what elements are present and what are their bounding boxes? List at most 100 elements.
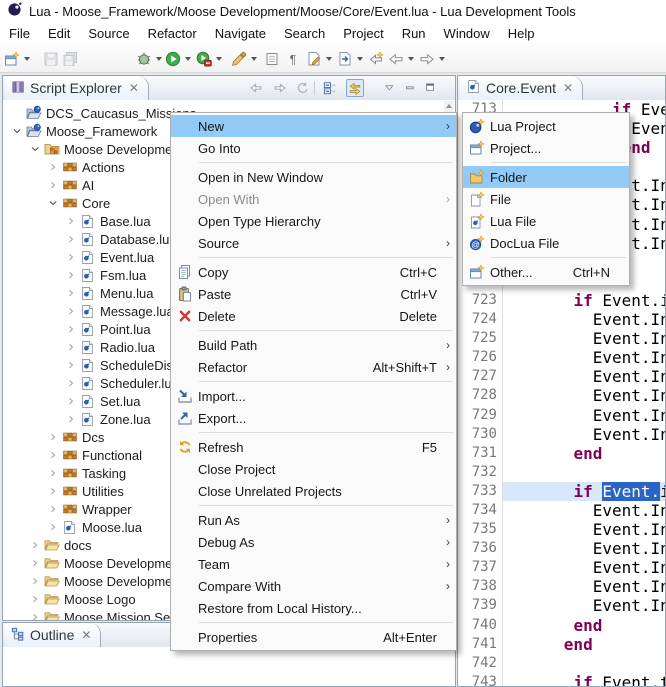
chevron-right-icon[interactable] — [29, 536, 41, 554]
chevron-right-icon[interactable] — [47, 176, 59, 194]
context-menu-item-run-as[interactable]: Run As› — [171, 509, 456, 531]
context-menu-item-refactor[interactable]: RefactorAlt+Shift+T› — [171, 356, 456, 378]
annotation-nav-button[interactable] — [337, 48, 363, 69]
close-icon[interactable]: ✕ — [81, 628, 91, 642]
dropdown-caret-icon[interactable] — [408, 57, 414, 61]
chevron-right-icon[interactable] — [65, 266, 77, 284]
chevron-right-icon[interactable] — [65, 338, 77, 356]
context-menu-item-refresh[interactable]: RefreshF5 — [171, 436, 456, 458]
minimize-icon[interactable] — [402, 79, 420, 97]
menubar-item-run[interactable]: Run — [393, 24, 435, 43]
chevron-right-icon[interactable] — [65, 410, 77, 428]
context-menu-item-import[interactable]: Import... — [171, 385, 456, 407]
forward-button[interactable] — [419, 48, 445, 69]
edit-location-button[interactable] — [306, 48, 332, 69]
new-submenu-item-folder[interactable]: Folder — [463, 166, 629, 188]
context-menu-item-compare-with[interactable]: Compare With› — [171, 575, 456, 597]
menubar-item-refactor[interactable]: Refactor — [139, 24, 206, 43]
tab-outline[interactable]: Outline ✕ — [5, 623, 101, 647]
chevron-right-icon[interactable] — [47, 482, 59, 500]
view-menu-icon[interactable] — [381, 79, 399, 97]
chevron-right-icon[interactable] — [65, 230, 77, 248]
menubar-item-project[interactable]: Project — [334, 24, 392, 43]
forward-icon[interactable] — [271, 79, 289, 97]
chevron-right-icon[interactable] — [65, 212, 77, 230]
chevron-right-icon[interactable] — [47, 446, 59, 464]
chevron-down-icon[interactable] — [11, 122, 23, 140]
context-menu-item-source[interactable]: Source› — [171, 232, 456, 254]
dropdown-caret-icon[interactable] — [251, 57, 257, 61]
menubar-item-search[interactable]: Search — [275, 24, 334, 43]
menubar-item-window[interactable]: Window — [435, 24, 499, 43]
chevron-right-icon[interactable] — [47, 428, 59, 446]
new-submenu-item-doclua-file[interactable]: @DocLua File — [463, 232, 629, 254]
new-submenu-item-project[interactable]: Project... — [463, 137, 629, 159]
line-number: 729 — [458, 406, 497, 425]
chevron-down-icon[interactable] — [29, 140, 41, 158]
new-wizard-button[interactable] — [4, 48, 30, 69]
new-submenu-item-lua-file[interactable]: Lua File — [463, 210, 629, 232]
chevron-right-icon[interactable] — [65, 302, 77, 320]
collapse-all-icon[interactable] — [321, 79, 339, 97]
dropdown-caret-icon[interactable] — [24, 57, 30, 61]
context-menu-item-open-type-hierarchy[interactable]: Open Type Hierarchy — [171, 210, 456, 232]
dropdown-caret-icon[interactable] — [216, 57, 222, 61]
run-coverage-button[interactable] — [196, 48, 222, 69]
chevron-right-icon[interactable] — [29, 554, 41, 572]
dropdown-caret-icon[interactable] — [357, 57, 363, 61]
context-menu-item-paste[interactable]: PasteCtrl+V — [171, 283, 456, 305]
menubar-item-navigate[interactable]: Navigate — [206, 24, 275, 43]
context-menu-item-team[interactable]: Team› — [171, 553, 456, 575]
chevron-right-icon[interactable] — [47, 158, 59, 176]
dropdown-caret-icon[interactable] — [326, 57, 332, 61]
back-icon[interactable] — [247, 79, 265, 97]
chevron-right-icon[interactable] — [65, 284, 77, 302]
chevron-right-icon[interactable] — [47, 464, 59, 482]
run-button[interactable] — [165, 48, 191, 69]
new-submenu-item-other[interactable]: Other...Ctrl+N — [463, 261, 629, 283]
menubar-item-edit[interactable]: Edit — [39, 24, 79, 43]
context-menu-item-new[interactable]: New› — [171, 115, 456, 137]
dropdown-caret-icon[interactable] — [185, 57, 191, 61]
chevron-right-icon[interactable] — [29, 608, 41, 620]
dropdown-caret-icon[interactable] — [156, 57, 162, 61]
menubar-item-source[interactable]: Source — [79, 24, 138, 43]
chevron-right-icon[interactable] — [65, 320, 77, 338]
mark-occurrences-button[interactable] — [264, 48, 280, 69]
menubar-item-file[interactable]: File — [0, 24, 39, 43]
context-menu-item-delete[interactable]: DeleteDelete — [171, 305, 456, 327]
context-menu-item-export[interactable]: Export... — [171, 407, 456, 429]
close-icon[interactable]: ✕ — [563, 81, 573, 95]
chevron-right-icon[interactable] — [47, 518, 59, 536]
last-edit-location-button[interactable] — [368, 48, 384, 69]
up-icon[interactable] — [294, 79, 312, 97]
context-menu-item-copy[interactable]: CopyCtrl+C — [171, 261, 456, 283]
context-menu-item-close-project[interactable]: Close Project — [171, 458, 456, 480]
context-menu-item-build-path[interactable]: Build Path› — [171, 334, 456, 356]
format-brush-button[interactable] — [231, 48, 257, 69]
context-menu-item-open-in-new-window[interactable]: Open in New Window — [171, 166, 456, 188]
debug-button[interactable] — [136, 48, 162, 69]
context-menu-item-go-into[interactable]: Go Into — [171, 137, 456, 159]
show-whitespace-button[interactable]: ¶ — [285, 48, 301, 69]
new-submenu-item-file[interactable]: File — [463, 188, 629, 210]
tab-core-event[interactable]: Core.Event ✕ — [460, 76, 583, 100]
menubar-item-help[interactable]: Help — [499, 24, 544, 43]
context-menu-item-debug-as[interactable]: Debug As› — [171, 531, 456, 553]
chevron-down-icon[interactable] — [47, 194, 59, 212]
back-button[interactable] — [388, 48, 414, 69]
context-menu-item-restore-from-local-history[interactable]: Restore from Local History... — [171, 597, 456, 619]
chevron-right-icon[interactable] — [29, 590, 41, 608]
new-submenu-item-lua-project[interactable]: Lua Project — [463, 115, 629, 137]
chevron-right-icon[interactable] — [65, 374, 77, 392]
chevron-right-icon[interactable] — [47, 500, 59, 518]
chevron-right-icon[interactable] — [29, 572, 41, 590]
chevron-right-icon[interactable] — [65, 356, 77, 374]
context-menu-item-close-unrelated-projects[interactable]: Close Unrelated Projects — [171, 480, 456, 502]
dropdown-caret-icon[interactable] — [439, 57, 445, 61]
maximize-icon[interactable] — [422, 79, 440, 97]
chevron-right-icon[interactable] — [65, 392, 77, 410]
chevron-right-icon[interactable] — [65, 248, 77, 266]
context-menu-item-properties[interactable]: PropertiesAlt+Enter — [171, 626, 456, 648]
link-with-editor-icon[interactable] — [346, 79, 364, 97]
